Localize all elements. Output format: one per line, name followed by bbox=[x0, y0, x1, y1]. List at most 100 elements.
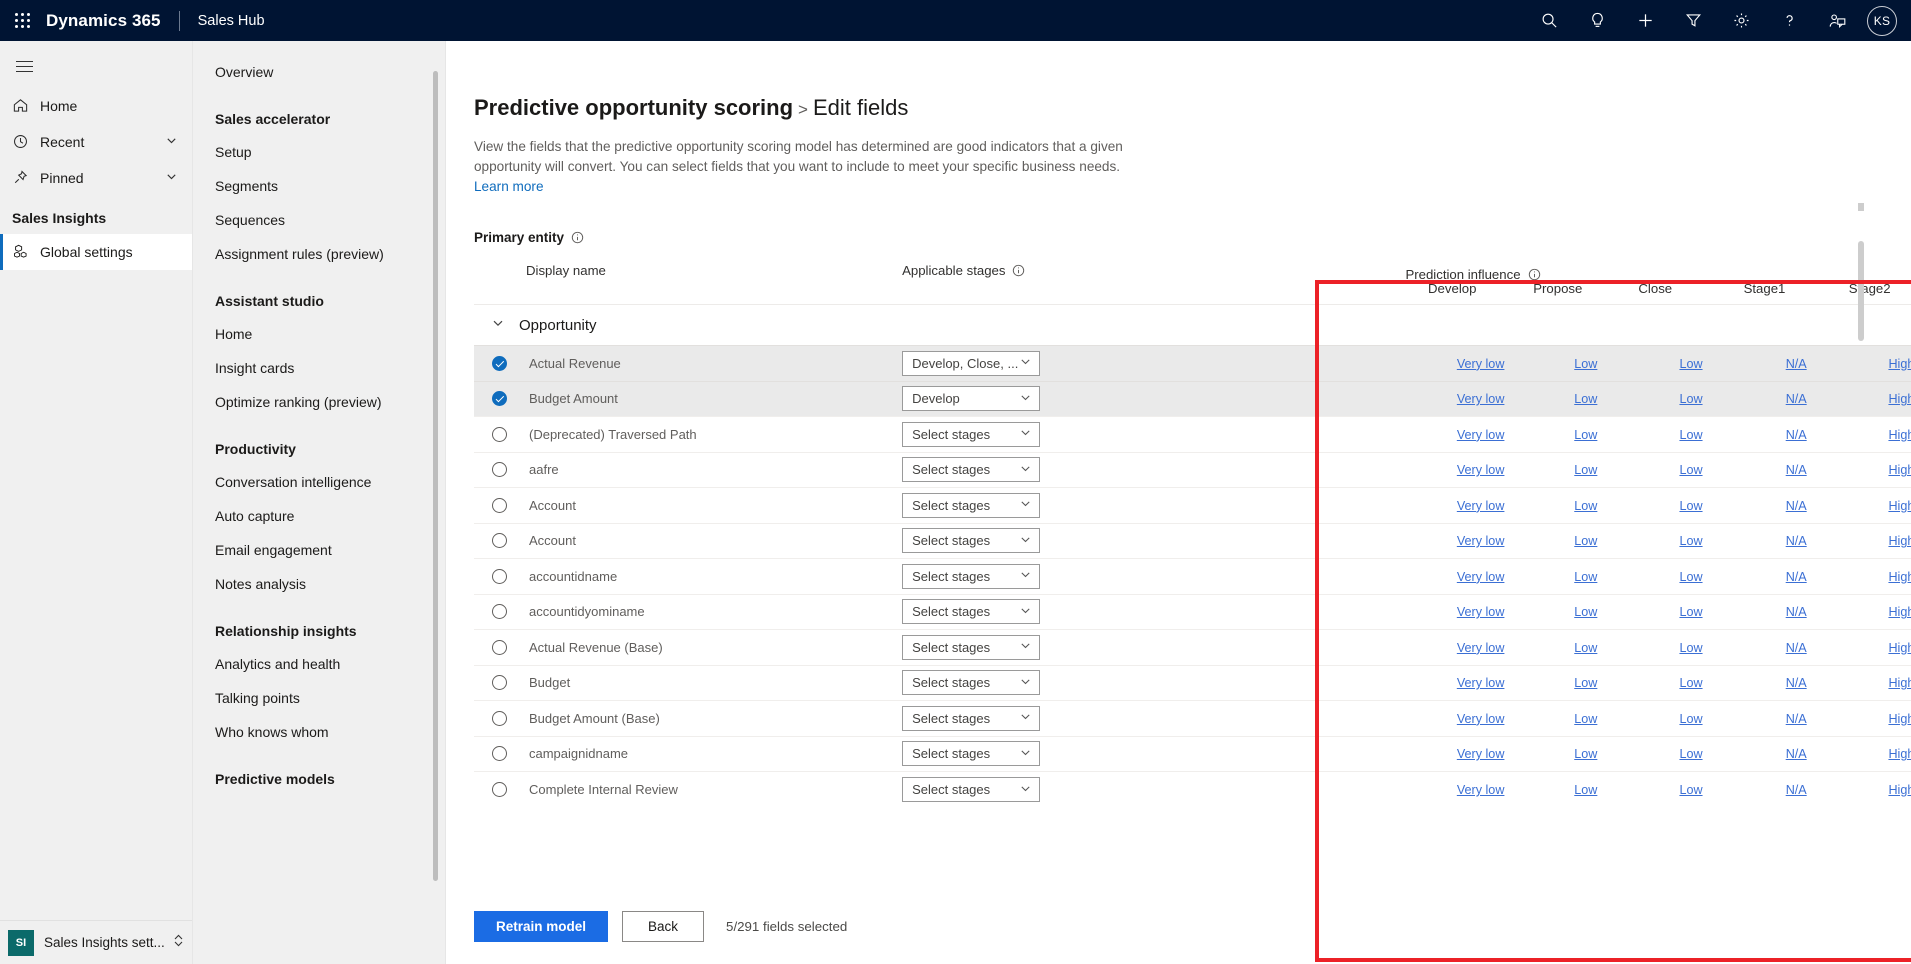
avatar[interactable]: KS bbox=[1867, 5, 1897, 36]
table-row[interactable]: Budget Select stages Very low Low Low N/A High bbox=[474, 664, 1911, 701]
subnav-item-overview[interactable]: Overview bbox=[193, 55, 445, 89]
influence-link[interactable]: Low bbox=[1679, 499, 1702, 513]
table-row[interactable]: Budget Amount Develop Very low Low Low N/A Hig… bbox=[474, 380, 1911, 417]
help-icon[interactable] bbox=[1765, 0, 1813, 41]
table-row[interactable]: Actual Revenue Develop, Close, ... Very lo… bbox=[474, 345, 1911, 381]
influence-link[interactable]: Low bbox=[1679, 463, 1702, 477]
influence-link[interactable]: Low bbox=[1574, 747, 1597, 761]
subnav-item-optimize-ranking[interactable]: Optimize ranking (preview) bbox=[193, 385, 445, 419]
sidebar-item-recent[interactable]: Recent bbox=[0, 124, 192, 160]
influence-link[interactable]: High bbox=[1888, 428, 1911, 442]
influence-link[interactable]: Low bbox=[1679, 534, 1702, 548]
influence-link[interactable]: N/A bbox=[1786, 357, 1807, 371]
stages-dropdown[interactable]: Select stages bbox=[902, 599, 1041, 625]
influence-link[interactable]: High bbox=[1888, 534, 1911, 548]
info-icon[interactable] bbox=[1012, 264, 1025, 277]
influence-link[interactable]: N/A bbox=[1786, 747, 1807, 761]
influence-link[interactable]: High bbox=[1888, 499, 1911, 513]
influence-link[interactable]: Low bbox=[1679, 357, 1702, 371]
influence-link[interactable]: N/A bbox=[1786, 534, 1807, 548]
influence-link[interactable]: N/A bbox=[1786, 499, 1807, 513]
subnav-item-conversation-intelligence[interactable]: Conversation intelligence bbox=[193, 465, 445, 499]
subnav-item-talking-points[interactable]: Talking points bbox=[193, 681, 445, 715]
chevron-down-icon[interactable] bbox=[165, 170, 178, 186]
influence-link[interactable]: Low bbox=[1574, 641, 1597, 655]
influence-link[interactable]: N/A bbox=[1786, 605, 1807, 619]
influence-link[interactable]: N/A bbox=[1786, 783, 1807, 797]
influence-link[interactable]: Low bbox=[1679, 712, 1702, 726]
stages-dropdown[interactable]: Select stages bbox=[902, 705, 1041, 731]
main-scrollbar-thumb[interactable] bbox=[1858, 241, 1864, 341]
influence-link[interactable]: Low bbox=[1574, 463, 1597, 477]
subnav-item-setup[interactable]: Setup bbox=[193, 135, 445, 169]
stages-dropdown[interactable]: Select stages bbox=[902, 634, 1041, 660]
influence-link[interactable]: N/A bbox=[1786, 641, 1807, 655]
stages-dropdown[interactable]: Select stages bbox=[902, 421, 1041, 447]
table-row[interactable]: Account Select stages Very low Low Low N/A Hig… bbox=[474, 487, 1911, 523]
influence-link[interactable]: N/A bbox=[1786, 428, 1807, 442]
table-row[interactable]: accountidyominame Select stages Very low Lo… bbox=[474, 593, 1911, 630]
field-select-toggle[interactable] bbox=[492, 675, 507, 691]
influence-link[interactable]: Very low bbox=[1457, 463, 1505, 477]
influence-link[interactable]: Low bbox=[1574, 783, 1597, 797]
stages-dropdown[interactable]: Select stages bbox=[902, 670, 1041, 696]
influence-link[interactable]: Low bbox=[1574, 570, 1597, 584]
table-row[interactable]: Budget Amount (Base) Select stages Very lo… bbox=[474, 700, 1911, 736]
field-select-toggle[interactable] bbox=[492, 568, 507, 584]
influence-link[interactable]: Very low bbox=[1457, 392, 1505, 406]
info-icon[interactable] bbox=[1528, 268, 1541, 281]
influence-link[interactable]: High bbox=[1888, 570, 1911, 584]
influence-link[interactable]: High bbox=[1888, 747, 1911, 761]
influence-link[interactable]: N/A bbox=[1786, 392, 1807, 406]
filter-icon[interactable] bbox=[1669, 0, 1717, 41]
app-title[interactable]: Sales Hub bbox=[198, 13, 265, 29]
subnav-item-segments[interactable]: Segments bbox=[193, 169, 445, 203]
influence-link[interactable]: Low bbox=[1574, 392, 1597, 406]
influence-link[interactable]: Low bbox=[1574, 357, 1597, 371]
influence-link[interactable]: Low bbox=[1679, 641, 1702, 655]
subnav-scrollbar[interactable] bbox=[433, 71, 438, 881]
influence-link[interactable]: Very low bbox=[1457, 747, 1505, 761]
influence-link[interactable]: High bbox=[1888, 676, 1911, 690]
field-select-toggle[interactable] bbox=[492, 462, 507, 478]
influence-link[interactable]: Low bbox=[1679, 392, 1702, 406]
influence-link[interactable]: Low bbox=[1574, 605, 1597, 619]
field-select-toggle[interactable] bbox=[492, 426, 507, 442]
plus-icon[interactable] bbox=[1621, 0, 1669, 41]
influence-link[interactable]: Low bbox=[1679, 605, 1702, 619]
influence-link[interactable]: High bbox=[1888, 641, 1911, 655]
subnav-item-notes-analysis[interactable]: Notes analysis bbox=[193, 567, 445, 601]
app-launcher-icon[interactable] bbox=[0, 13, 44, 28]
table-row[interactable]: campaignidname Select stages Very low Low Lo… bbox=[474, 735, 1911, 772]
retrain-model-button[interactable]: Retrain model bbox=[474, 911, 609, 942]
influence-link[interactable]: Low bbox=[1679, 747, 1702, 761]
breadcrumb-parent[interactable]: Predictive opportunity scoring bbox=[474, 95, 793, 120]
influence-link[interactable]: High bbox=[1888, 712, 1911, 726]
influence-link[interactable]: High bbox=[1888, 463, 1911, 477]
field-select-toggle[interactable] bbox=[492, 782, 507, 797]
sidebar-item-pinned[interactable]: Pinned bbox=[0, 160, 192, 196]
back-button[interactable]: Back bbox=[622, 911, 705, 942]
field-select-toggle[interactable] bbox=[492, 639, 507, 655]
assistant-icon[interactable] bbox=[1813, 0, 1861, 41]
stages-dropdown[interactable]: Select stages bbox=[902, 741, 1041, 767]
field-select-toggle[interactable] bbox=[492, 497, 507, 513]
influence-link[interactable]: Very low bbox=[1457, 428, 1505, 442]
table-row[interactable]: Complete Internal Review Select stages Ver… bbox=[474, 771, 1911, 807]
field-select-toggle[interactable] bbox=[492, 746, 507, 762]
subnav-item-who-knows-whom[interactable]: Who knows whom bbox=[193, 715, 445, 749]
table-row[interactable]: aafre Select stages Very low Low Low N/A High bbox=[474, 451, 1911, 488]
influence-link[interactable]: Very low bbox=[1457, 499, 1505, 513]
table-row[interactable]: Actual Revenue (Base) Select stages Very l… bbox=[474, 629, 1911, 665]
stages-dropdown[interactable]: Select stages bbox=[902, 563, 1041, 589]
influence-link[interactable]: Very low bbox=[1457, 641, 1505, 655]
field-select-toggle[interactable] bbox=[492, 604, 507, 620]
influence-link[interactable]: High bbox=[1888, 392, 1911, 406]
influence-link[interactable]: N/A bbox=[1786, 570, 1807, 584]
subnav-item-analytics-and-health[interactable]: Analytics and health bbox=[193, 647, 445, 681]
influence-link[interactable]: Low bbox=[1679, 428, 1702, 442]
field-select-toggle[interactable] bbox=[492, 391, 507, 407]
sidebar-item-home[interactable]: Home bbox=[0, 88, 192, 124]
table-row[interactable]: accountidname Select stages Very low Low Low… bbox=[474, 558, 1911, 594]
influence-link[interactable]: High bbox=[1888, 783, 1911, 797]
